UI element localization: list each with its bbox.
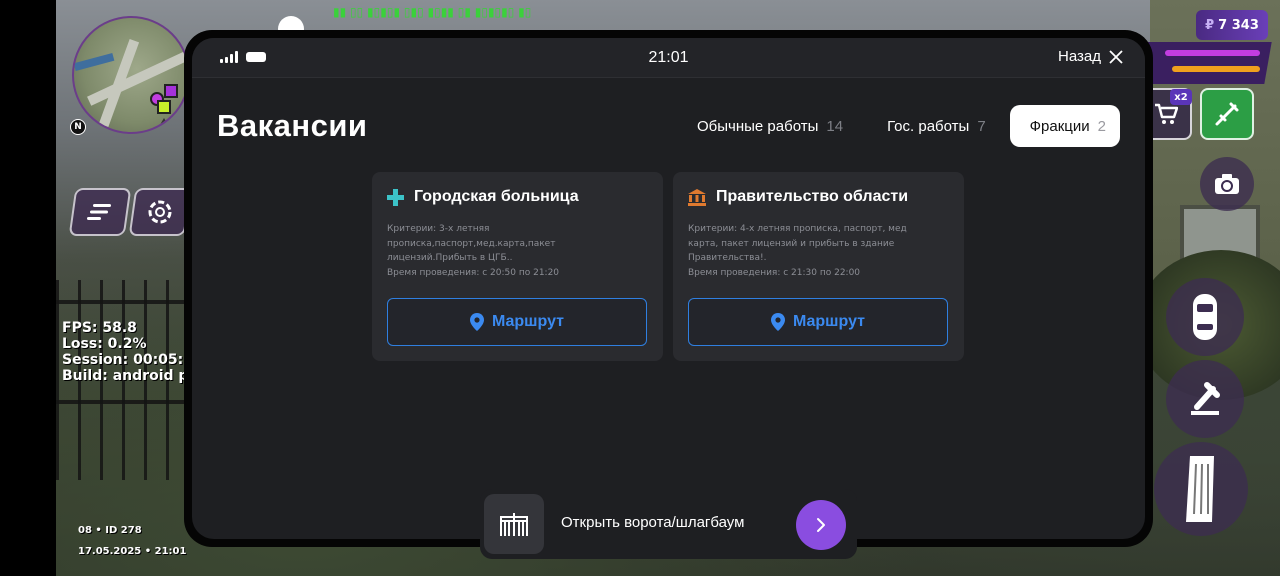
server-info: 08 • ID 278 17.05.2025 • 21:01 [78, 520, 186, 562]
hunger-bar [1172, 66, 1260, 72]
gate-open-button[interactable] [796, 500, 846, 550]
route-button[interactable]: Маршрут [688, 298, 948, 346]
vacancy-card-header: Городская больница [387, 188, 579, 206]
chevron-right-icon [817, 518, 825, 532]
money-display: ₽ 7 343 [1196, 10, 1268, 40]
gas-pedal-button[interactable] [1154, 442, 1248, 536]
tab-count: 7 [977, 117, 986, 135]
description-line: Время проведения: с 20:50 по 21:20 [387, 267, 560, 278]
tab-count: 2 [1097, 117, 1106, 135]
map-pin-icon [469, 313, 484, 331]
currency-symbol: ₽ [1205, 17, 1215, 33]
phone-status-bar: 21:01 Назад [192, 38, 1145, 78]
description-line: Критерии: 3-х летняя [387, 224, 490, 234]
weapon-icon [1215, 102, 1239, 126]
action-button[interactable] [1166, 360, 1244, 438]
gate-action-label: Открыть ворота/шлагбаум [561, 514, 745, 531]
vacancy-card-government: Правительство области Критерии: 4-х летн… [673, 172, 964, 361]
money-value: 7 343 [1218, 17, 1259, 33]
close-icon [1109, 49, 1123, 64]
page-title: Вакансии [217, 108, 368, 143]
tab-count: 14 [826, 117, 844, 135]
route-label: Маршрут [792, 313, 866, 330]
government-building-icon [688, 188, 706, 206]
minimap-marker-icon [164, 84, 178, 98]
player-arrow-icon [158, 118, 170, 128]
vehicle-button[interactable] [1166, 278, 1244, 356]
phone-screen: 21:01 Назад Вакансии Обычные работы 14 Г… [192, 38, 1145, 539]
route-button[interactable]: Маршрут [387, 298, 647, 346]
description-line: лицензий.Прибыть в ЦГБ.. [387, 253, 513, 263]
vacancy-tabs: Обычные работы 14 Гос. работы 7 Фракции … [677, 105, 1120, 147]
tab-factions[interactable]: Фракции 2 [1009, 105, 1120, 147]
health-bar [1165, 50, 1260, 56]
minimap[interactable] [72, 16, 190, 134]
tab-label: Обычные работы [697, 117, 819, 135]
chat-line: ▮▮ ▯▯ ▮▯▮▯▮ ▯▮▯ ▮▯▮▮ ▯▮ ▮▯▮▯▮▯ ▮▯ [333, 5, 532, 19]
server-date-text: 17.05.2025 • 21:01 [78, 546, 187, 557]
description-line: прописка,паспорт,мед.карта,пакет [387, 238, 556, 249]
tab-government-jobs[interactable]: Гос. работы 7 [867, 105, 1000, 147]
lifebuoy-icon [148, 200, 172, 224]
description-line: Время проведения: с 21:30 по 22:00 [688, 267, 861, 278]
back-button[interactable]: Назад [1058, 48, 1123, 65]
description-line: Правительства!. [688, 253, 767, 263]
tab-label: Гос. работы [887, 117, 970, 135]
gate-action-panel: Открыть ворота/шлагбаум [480, 489, 857, 559]
phone-clock: 21:01 [648, 49, 689, 66]
vacancy-description: Критерии: 4-х летняя прописка, паспорт, … [688, 222, 948, 280]
gate-icon [500, 513, 528, 536]
pedal-icon [1186, 456, 1214, 522]
camera-button[interactable] [1200, 157, 1254, 211]
server-id-text: 08 • ID 278 [78, 525, 142, 536]
cart-icon [1155, 103, 1178, 124]
menu-lines-icon [87, 204, 111, 220]
vacancy-card-header: Правительство области [688, 188, 908, 206]
tab-regular-jobs[interactable]: Обычные работы 14 [677, 105, 857, 147]
compass-north: N [70, 119, 86, 135]
hammer-icon [1191, 382, 1220, 415]
vacancy-card-hospital: Городская больница Критерии: 3-х летняя … [372, 172, 663, 361]
map-pin-icon [770, 313, 785, 331]
description-line: Критерии: 4-х летняя прописка, паспорт, … [688, 224, 907, 234]
wheel-button[interactable] [128, 188, 192, 236]
minimap-marker-icon [157, 100, 171, 114]
car-icon [1193, 294, 1217, 340]
tab-label: Фракции [1029, 117, 1090, 135]
route-label: Маршрут [491, 313, 565, 330]
minimap-water [74, 52, 115, 72]
menu-button[interactable] [68, 188, 132, 236]
back-label: Назад [1058, 48, 1101, 65]
medical-cross-icon [387, 188, 404, 206]
vacancy-title: Городская больница [414, 188, 579, 205]
vacancy-description: Критерии: 3-х летняя прописка,паспорт,ме… [387, 222, 637, 280]
gate-icon-box [484, 494, 544, 554]
phone-frame: 21:01 Назад Вакансии Обычные работы 14 Г… [184, 30, 1153, 547]
weapon-button[interactable] [1200, 88, 1254, 140]
vacancy-title: Правительство области [716, 188, 909, 205]
camera-rotate-icon [1215, 174, 1239, 194]
multiplier-badge: x2 [1170, 89, 1192, 105]
description-line: карта, пакет лицензий и прибыть в здание [688, 238, 895, 249]
